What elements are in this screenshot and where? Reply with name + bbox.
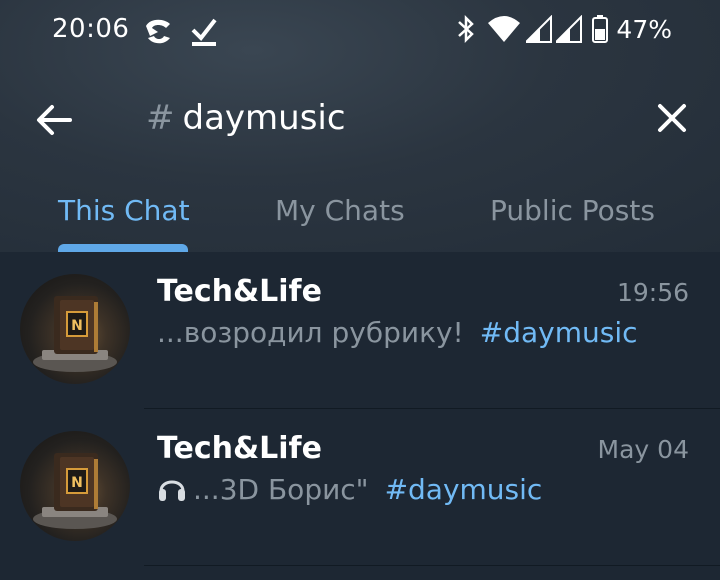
list-item[interactable]: N Tech&Life 19:56 ...возродил рубрику! #d…	[0, 252, 720, 409]
wifi-icon	[488, 15, 521, 43]
results-list: N Tech&Life 19:56 ...возродил рубрику! #d…	[0, 252, 720, 580]
arrow-left-icon	[37, 105, 72, 135]
bluetooth-icon	[456, 14, 476, 44]
list-item[interactable]: N Tech&Life May 04 ...3D Борис" #daymusic	[0, 409, 720, 566]
hashtag-prefix: #	[146, 98, 175, 138]
search-input[interactable]: # daymusic	[146, 96, 606, 140]
close-icon	[658, 104, 686, 132]
svg-text:N: N	[71, 318, 83, 334]
active-tab-indicator	[58, 244, 188, 252]
status-time: 20:06	[52, 14, 130, 44]
search-bar: # daymusic	[0, 84, 720, 154]
tab-public-posts[interactable]: Public Posts	[490, 194, 655, 227]
app-notification-icon	[142, 16, 174, 52]
search-query: daymusic	[182, 98, 346, 138]
svg-text:N: N	[71, 475, 83, 491]
book-avatar-icon: N	[33, 453, 117, 529]
battery-percent: 47%	[616, 14, 672, 44]
signal-icon	[526, 15, 553, 43]
search-scope-tabs: This Chat My Chats Public Posts	[0, 186, 720, 252]
message-snippet: ...возродил рубрику! #daymusic	[157, 316, 638, 349]
status-bar: 20:06 47%	[0, 0, 720, 64]
tab-my-chats[interactable]: My Chats	[275, 194, 405, 227]
tab-this-chat[interactable]: This Chat	[58, 194, 190, 227]
message-time: 19:56	[616, 278, 689, 307]
headphones-icon	[157, 473, 187, 510]
back-button[interactable]	[32, 98, 76, 142]
snippet-text: ...3D Борис"	[193, 473, 369, 506]
avatar: N	[20, 431, 130, 541]
message-time: May 04	[597, 435, 689, 464]
chat-title: Tech&Life	[157, 431, 322, 466]
avatar: N	[20, 274, 130, 384]
hashtag-link[interactable]: #daymusic	[480, 316, 638, 349]
header: 20:06 47% # daymusic This Chat My Chats …	[0, 0, 720, 252]
clear-search-button[interactable]	[652, 98, 692, 138]
status-icons: 47%	[456, 14, 672, 44]
signal-icon	[556, 15, 583, 43]
message-snippet: ...3D Борис" #daymusic	[157, 473, 542, 510]
battery-icon	[592, 15, 609, 43]
book-avatar-icon: N	[33, 296, 117, 372]
hashtag-link[interactable]: #daymusic	[385, 473, 543, 506]
divider	[144, 565, 720, 566]
chat-title: Tech&Life	[157, 274, 322, 309]
snippet-text: ...возродил рубрику!	[157, 316, 464, 349]
check-download-icon	[190, 16, 218, 52]
